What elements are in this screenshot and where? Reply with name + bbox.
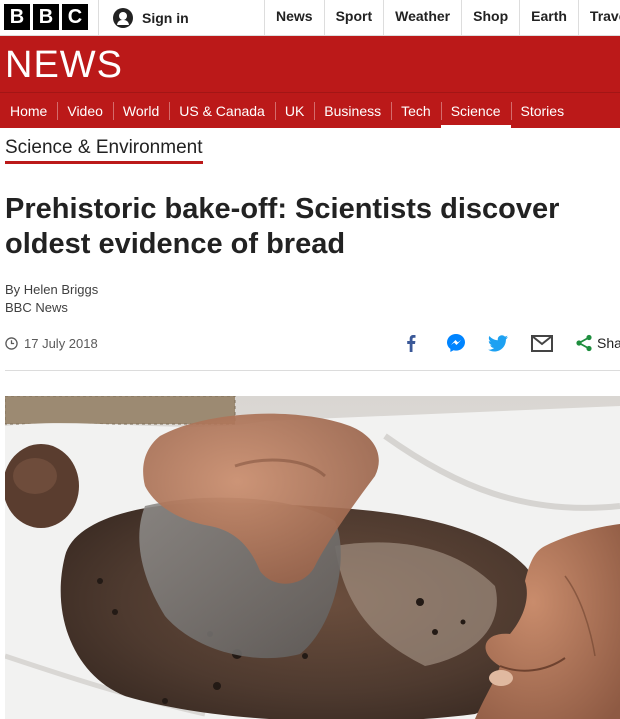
bbc-logo-letter: C	[62, 4, 88, 30]
section-nav-uk[interactable]: UK	[274, 93, 314, 128]
section-nav-home[interactable]: Home	[0, 93, 57, 128]
bbc-logo-letter: B	[33, 4, 59, 30]
section-nav-business[interactable]: Business	[314, 93, 391, 128]
twitter-icon[interactable]	[487, 332, 509, 354]
hands-grinding-stone-image	[5, 396, 620, 719]
top-nav: News Sport Weather Shop Earth Trave	[264, 0, 620, 36]
share-bar: Sha	[400, 332, 620, 354]
news-banner: NEWS	[0, 36, 620, 92]
top-nav-news[interactable]: News	[264, 0, 324, 36]
top-nav-sport[interactable]: Sport	[323, 0, 384, 36]
share-label[interactable]: Sha	[597, 335, 620, 351]
bbc-masthead: B B C Sign in News Sport Weather Shop Ea…	[0, 0, 620, 36]
bbc-logo[interactable]: B B C	[4, 4, 88, 30]
top-nav-weather[interactable]: Weather	[383, 0, 461, 36]
article-headline: Prehistoric bake-off: Scientists discove…	[5, 193, 560, 260]
news-logo[interactable]: NEWS	[5, 44, 123, 87]
section-nav-science[interactable]: Science	[440, 93, 511, 128]
section-nav: Home Video World US & Canada UK Business…	[0, 92, 620, 128]
top-nav-travel[interactable]: Trave	[577, 0, 620, 36]
facebook-icon[interactable]	[400, 332, 422, 354]
divider	[5, 370, 620, 371]
top-nav-shop[interactable]: Shop	[461, 0, 519, 36]
top-nav-earth[interactable]: Earth	[519, 0, 578, 36]
section-nav-world[interactable]: World	[112, 93, 169, 128]
user-icon	[113, 8, 133, 28]
messenger-icon[interactable]	[445, 332, 467, 354]
date-text: 17 July 2018	[24, 336, 98, 351]
section-label[interactable]: Science & Environment	[5, 137, 203, 164]
bbc-logo-letter: B	[4, 4, 30, 30]
article-date: 17 July 2018	[5, 336, 98, 351]
sign-in-label: Sign in	[142, 10, 189, 26]
byline-author: By Helen Briggs	[5, 282, 99, 297]
byline-org: BBC News	[5, 300, 68, 315]
section-nav-stories[interactable]: Stories	[510, 93, 575, 128]
section-nav-video[interactable]: Video	[57, 93, 113, 128]
clock-icon	[5, 337, 18, 350]
byline: By Helen Briggs BBC News	[5, 281, 98, 317]
sign-in-button[interactable]: Sign in	[98, 0, 264, 36]
section-nav-tech[interactable]: Tech	[391, 93, 441, 128]
email-icon[interactable]	[531, 332, 553, 354]
share-icon[interactable]	[573, 332, 595, 354]
article-hero-image	[5, 396, 620, 719]
section-nav-us-canada[interactable]: US & Canada	[169, 93, 275, 128]
